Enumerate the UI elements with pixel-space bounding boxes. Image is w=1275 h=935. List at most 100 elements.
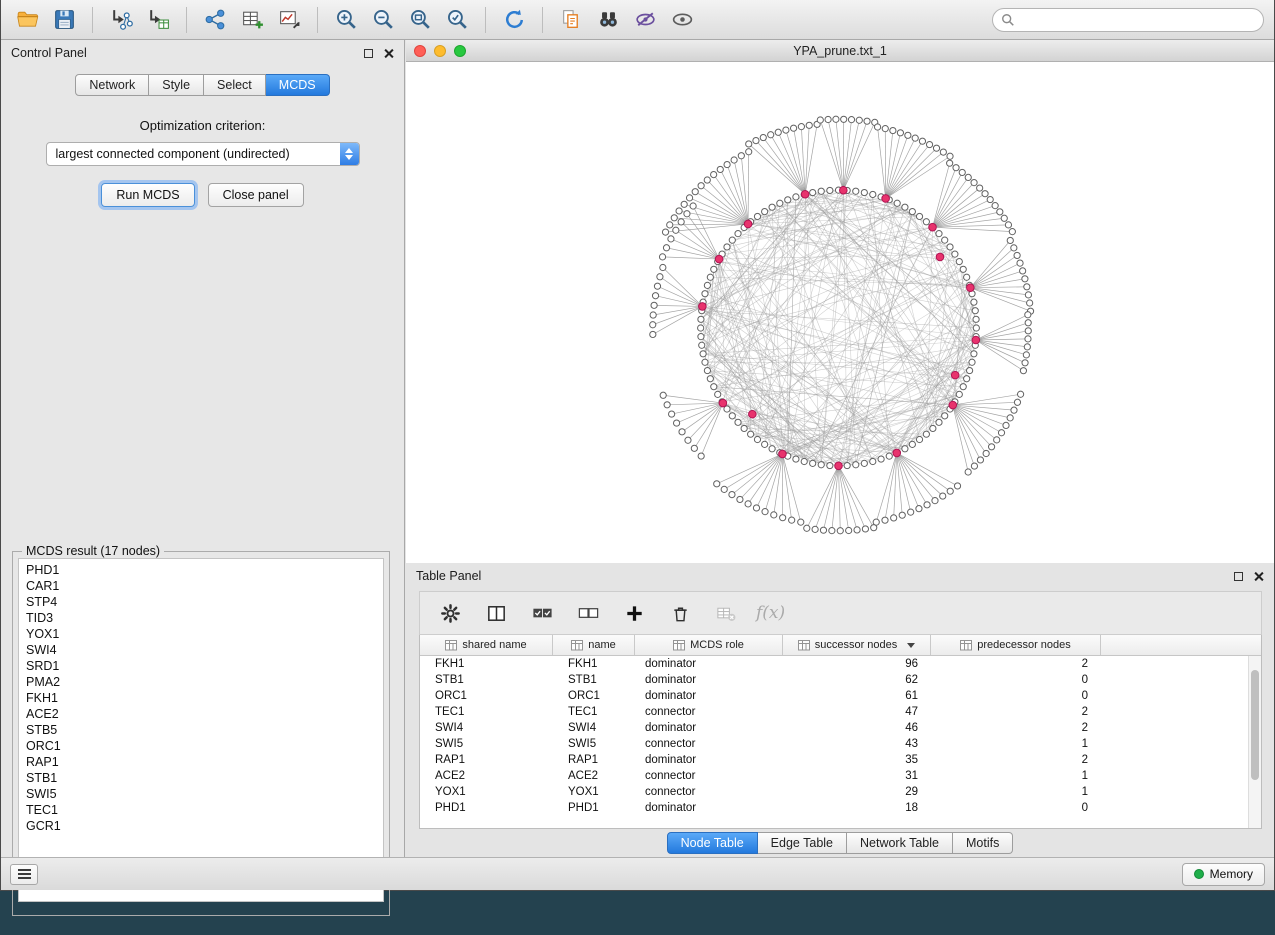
mcds-result-item[interactable]: STB5: [19, 722, 383, 738]
zoom-selected-button[interactable]: [441, 4, 473, 36]
mcds-result-item[interactable]: RAP1: [19, 754, 383, 770]
tab-motifs[interactable]: Motifs: [953, 832, 1013, 854]
table-row[interactable]: SWI4SWI4dominator462: [420, 720, 1261, 736]
import-table-button[interactable]: [142, 4, 174, 36]
table-row[interactable]: STB1STB1dominator620: [420, 672, 1261, 688]
tab-style[interactable]: Style: [149, 74, 204, 96]
mcds-result-item[interactable]: PMA2: [19, 674, 383, 690]
network-window-titlebar[interactable]: YPA_prune.txt_1: [406, 40, 1274, 62]
table-mini-icon: [445, 640, 457, 651]
network-view-window: YPA_prune.txt_1: [406, 40, 1274, 563]
mcds-result-list[interactable]: PHD1CAR1STP4TID3YOX1SWI4SRD1PMA2FKH1ACE2…: [18, 558, 384, 902]
table-row[interactable]: FKH1FKH1dominator962: [420, 656, 1261, 672]
select-all-icon: [531, 602, 554, 625]
import-network-button[interactable]: [105, 4, 137, 36]
mcds-result-item[interactable]: FKH1: [19, 690, 383, 706]
open-session-button[interactable]: [11, 4, 43, 36]
memory-button[interactable]: Memory: [1182, 863, 1265, 886]
select-all-button[interactable]: [526, 597, 558, 629]
table-cell: SWI4: [420, 720, 553, 736]
column-header-successor-nodes[interactable]: successor nodes: [783, 635, 931, 655]
find-button[interactable]: [592, 4, 624, 36]
clone-network-button[interactable]: [555, 4, 587, 36]
mcds-result-item[interactable]: GCR1: [19, 818, 383, 834]
table-cell: SWI5: [553, 736, 635, 752]
table-content: f(x) shared namenameMCDS rolesuccessor n…: [419, 591, 1262, 829]
float-table-panel-icon[interactable]: [1234, 572, 1243, 581]
delete-row-button[interactable]: [664, 597, 696, 629]
mcds-result-item[interactable]: YOX1: [19, 626, 383, 642]
app-window: Control Panel NetworkStyleSelectMCDS Opt…: [0, 0, 1275, 891]
scrollbar-thumb[interactable]: [1251, 670, 1259, 780]
table-row[interactable]: ACE2ACE2connector311: [420, 768, 1261, 784]
zoom-in-icon: [334, 7, 359, 32]
mcds-result-item[interactable]: TEC1: [19, 802, 383, 818]
table-row[interactable]: SWI5SWI5connector431: [420, 736, 1261, 752]
mcds-result-item[interactable]: SWI5: [19, 786, 383, 802]
folder-icon: [15, 7, 40, 32]
new-table-button[interactable]: [236, 4, 268, 36]
network-graph[interactable]: [406, 62, 1274, 563]
node-table: shared namenameMCDS role successor nodes p…: [419, 635, 1262, 829]
table-cell: 43: [783, 736, 931, 752]
zoom-in-button[interactable]: [330, 4, 362, 36]
mcds-result-item[interactable]: STB1: [19, 770, 383, 786]
mcds-result-item[interactable]: CAR1: [19, 578, 383, 594]
mcds-result-item[interactable]: SWI4: [19, 642, 383, 658]
table-settings-button[interactable]: [434, 597, 466, 629]
network-window-title: YPA_prune.txt_1: [406, 44, 1274, 58]
mcds-result-item[interactable]: TID3: [19, 610, 383, 626]
column-header-predecessor-nodes[interactable]: predecessor nodes: [931, 635, 1101, 655]
mcds-result-item[interactable]: ACE2: [19, 706, 383, 722]
float-panel-icon[interactable]: [364, 49, 373, 58]
export-image-button[interactable]: [273, 4, 305, 36]
status-menu-button[interactable]: [10, 864, 38, 885]
show-all-button[interactable]: [666, 4, 698, 36]
add-row-button[interactable]: [618, 597, 650, 629]
zoom-fit-button[interactable]: [404, 4, 436, 36]
mcds-result-item[interactable]: STP4: [19, 594, 383, 610]
new-network-button[interactable]: [199, 4, 231, 36]
close-panel-icon[interactable]: [383, 48, 394, 59]
sort-arrow-icon[interactable]: [907, 643, 915, 648]
deselect-all-button[interactable]: [572, 597, 604, 629]
network-canvas[interactable]: [406, 62, 1274, 563]
zoom-selected-icon: [445, 7, 470, 32]
image-export-icon: [277, 7, 302, 32]
zoom-out-button[interactable]: [367, 4, 399, 36]
floppy-icon: [52, 7, 77, 32]
optimization-criterion-select[interactable]: largest connected component (undirected): [46, 142, 360, 166]
close-panel-button[interactable]: Close panel: [208, 183, 304, 207]
tab-network-table[interactable]: Network Table: [847, 832, 953, 854]
column-header-shared-name[interactable]: shared name: [420, 635, 553, 655]
column-label: successor nodes: [815, 639, 898, 651]
toolbar-separator: [92, 7, 93, 33]
table-cell: 0: [931, 688, 1101, 704]
mcds-result-item[interactable]: SRD1: [19, 658, 383, 674]
search-input[interactable]: [992, 8, 1264, 32]
table-row[interactable]: RAP1RAP1dominator352: [420, 752, 1261, 768]
table-row[interactable]: TEC1TEC1connector472: [420, 704, 1261, 720]
tab-edge-table[interactable]: Edge Table: [758, 832, 847, 854]
table-row[interactable]: ORC1ORC1dominator610: [420, 688, 1261, 704]
column-header-mcds-role[interactable]: MCDS role: [635, 635, 783, 655]
tab-node-table[interactable]: Node Table: [667, 832, 758, 854]
tab-network[interactable]: Network: [75, 74, 149, 96]
refresh-button[interactable]: [498, 4, 530, 36]
table-row[interactable]: PHD1PHD1dominator180: [420, 800, 1261, 816]
close-table-panel-icon[interactable]: [1253, 571, 1264, 582]
table-cell: 1: [931, 736, 1101, 752]
tab-mcds[interactable]: MCDS: [266, 74, 330, 96]
run-mcds-button[interactable]: Run MCDS: [101, 183, 194, 207]
mcds-result-item[interactable]: ORC1: [19, 738, 383, 754]
show-columns-button[interactable]: [480, 597, 512, 629]
save-session-button[interactable]: [48, 4, 80, 36]
mcds-result-item[interactable]: PHD1: [19, 562, 383, 578]
hide-unselected-button[interactable]: [629, 4, 661, 36]
table-row[interactable]: YOX1YOX1connector291: [420, 784, 1261, 800]
table-cell: ORC1: [420, 688, 553, 704]
zoom-out-icon: [371, 7, 396, 32]
column-header-name[interactable]: name: [553, 635, 635, 655]
table-scrollbar[interactable]: [1248, 656, 1261, 828]
tab-select[interactable]: Select: [204, 74, 266, 96]
